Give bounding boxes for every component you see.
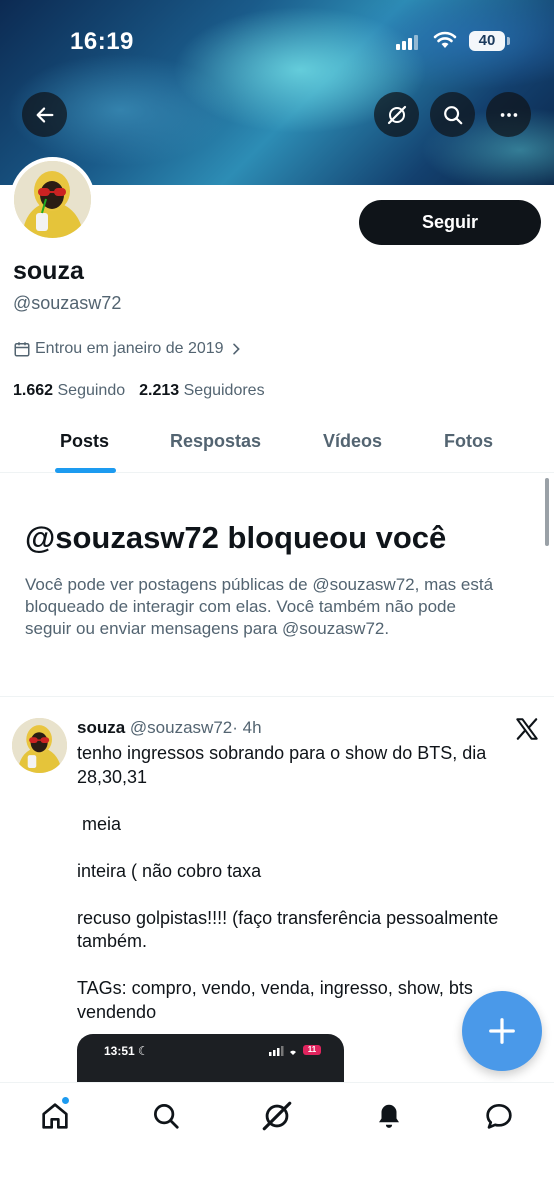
post-line: recuso golpistas!!!! (faço transferência… — [77, 907, 499, 952]
grok-button[interactable] — [374, 92, 419, 137]
nav-notifications[interactable] — [372, 1099, 406, 1133]
blocked-description: Você pode ver postagens públicas de @sou… — [25, 575, 494, 638]
tab-photos[interactable]: Fotos — [444, 431, 493, 452]
follow-button[interactable]: Seguir — [359, 200, 541, 245]
display-name: souza — [13, 257, 84, 285]
status-bar: 16:19 40 — [0, 0, 554, 80]
wifi-icon — [433, 31, 457, 48]
messages-icon — [486, 1104, 512, 1129]
chevron-right-icon — [232, 343, 240, 355]
battery-tip — [507, 37, 510, 45]
search-icon — [443, 105, 462, 124]
active-tab-indicator — [55, 468, 116, 473]
post-line-gap — [77, 883, 527, 907]
avatar-image — [14, 161, 91, 238]
followers-count: 2.213 — [139, 382, 180, 399]
post-line-gap — [77, 954, 527, 978]
x-logo-icon — [516, 718, 538, 740]
post-line: tenho ingressos sobrando para o show do … — [77, 743, 487, 787]
post-line: inteira ( não cobro taxa — [77, 860, 262, 881]
bottom-nav — [0, 1082, 554, 1200]
more-horizontal-icon — [500, 112, 517, 117]
post-header: souza @souzasw72· 4h — [77, 718, 262, 738]
moon-icon: ☾ — [138, 1044, 149, 1058]
back-button[interactable] — [22, 92, 67, 137]
signal-icon — [396, 34, 418, 50]
following-stat[interactable]: 1.662 Seguindo — [13, 382, 125, 400]
avatar-image — [12, 718, 67, 773]
divider — [0, 696, 554, 697]
avatar[interactable] — [10, 157, 95, 242]
calendar-icon — [14, 342, 30, 357]
followers-stat[interactable]: 2.213 Seguidores — [139, 382, 264, 400]
follow-stats: 1.662 Seguindo 2.213 Seguidores — [13, 382, 265, 400]
nav-search[interactable] — [149, 1099, 183, 1133]
profile-handle: @souzasw72 — [13, 293, 122, 313]
post-author-name[interactable]: souza — [77, 718, 125, 737]
post-avatar[interactable] — [12, 718, 67, 773]
scrollbar[interactable] — [545, 478, 549, 546]
nav-grok[interactable] — [260, 1099, 294, 1133]
post-line: meia — [77, 813, 122, 834]
tab-replies[interactable]: Respostas — [170, 431, 261, 452]
post-time: · 4h — [232, 718, 262, 737]
search-icon — [154, 1104, 179, 1129]
grok-icon — [262, 1101, 292, 1131]
media-status-time: 13:51 ☾ — [104, 1044, 149, 1058]
joined-date[interactable]: Entrou em janeiro de 2019 — [13, 340, 244, 358]
media-status-icons — [269, 1046, 296, 1056]
post-author-handle[interactable]: @souzasw72 — [130, 718, 232, 737]
blocked-title: @souzasw72 bloqueou você — [25, 520, 447, 555]
tab-posts[interactable]: Posts — [60, 431, 109, 452]
compose-button[interactable] — [462, 991, 542, 1071]
profile-tabs: Posts Respostas Vídeos Fotos — [0, 415, 554, 473]
post-line-gap — [77, 836, 527, 860]
following-count: 1.662 — [13, 382, 54, 399]
following-label: Seguindo — [57, 382, 126, 399]
tab-videos[interactable]: Vídeos — [323, 431, 382, 452]
more-button[interactable] — [486, 92, 531, 137]
search-button[interactable] — [430, 92, 475, 137]
grok-icon — [387, 105, 406, 124]
nav-messages[interactable] — [482, 1099, 516, 1133]
post-line: TAGs: compro, vendo, venda, ingresso, sh… — [77, 978, 473, 1022]
joined-text: Entrou em janeiro de 2019 — [35, 340, 224, 357]
battery-icon: 40 — [469, 31, 505, 51]
media-time-text: 13:51 — [104, 1044, 135, 1058]
arrow-left-icon — [36, 106, 53, 123]
post-text[interactable]: tenho ingressos sobrando para o show do … — [77, 742, 527, 1024]
notifications-icon — [379, 1104, 399, 1128]
followers-label: Seguidores — [183, 382, 265, 399]
media-battery: 11 — [303, 1045, 321, 1055]
post-line-gap — [77, 789, 527, 813]
plus-icon — [489, 1018, 515, 1044]
status-time: 16:19 — [70, 28, 134, 55]
home-notification-dot — [61, 1096, 70, 1105]
